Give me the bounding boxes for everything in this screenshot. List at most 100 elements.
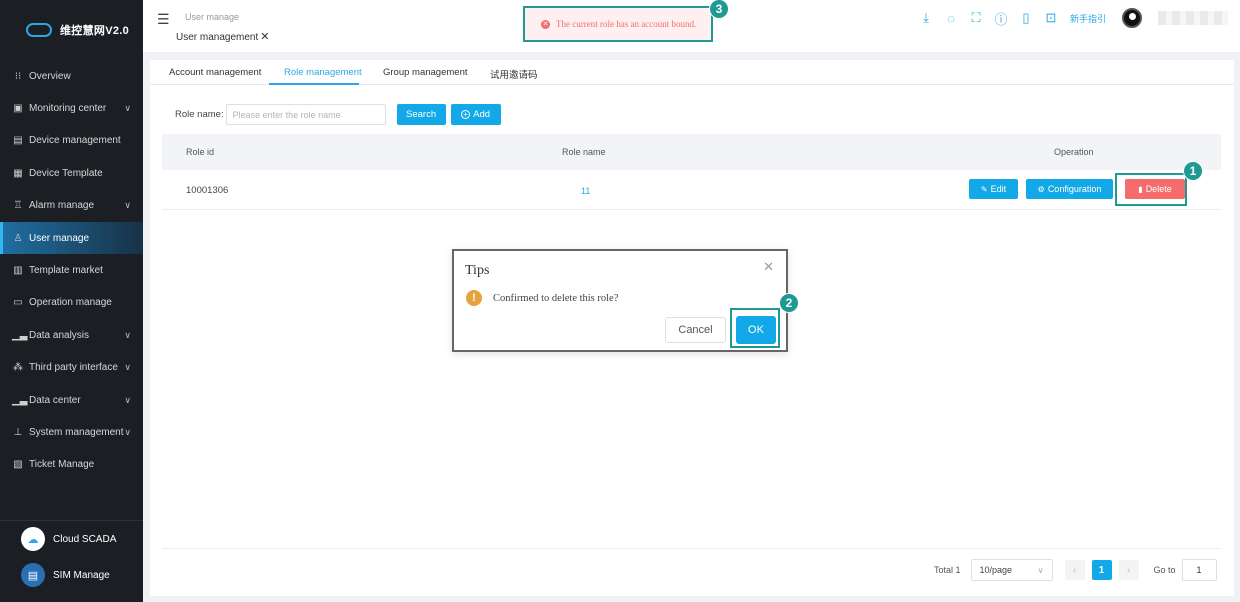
search-button[interactable]: Search bbox=[396, 104, 446, 125]
top-header: ☰ User manage User management ✕ ✕ The cur… bbox=[143, 0, 1240, 52]
page-number-button[interactable]: 1 bbox=[1091, 560, 1112, 580]
sidebar-item-ticket-manage[interactable]: ▧ Ticket Manage bbox=[0, 449, 143, 481]
chevron-down-icon: ∨ bbox=[124, 394, 131, 405]
network-icon: ⁂ bbox=[13, 362, 23, 374]
ok-highlight-box bbox=[730, 308, 780, 348]
sidebar-item-template-market[interactable]: ▥ Template market bbox=[0, 254, 143, 286]
edit-button[interactable]: ✎ Edit bbox=[969, 179, 1018, 199]
sidebar-item-third-party-interface[interactable]: ⁂ Third party interface ∨ bbox=[0, 352, 143, 384]
role-name-cell[interactable]: 11 bbox=[581, 186, 590, 196]
cloud-logo-icon bbox=[26, 23, 52, 37]
sidebar-item-device-template[interactable]: ▦ Device Template bbox=[0, 157, 143, 189]
chevron-down-icon: ∨ bbox=[124, 103, 131, 114]
username-redacted bbox=[1158, 11, 1229, 25]
menu-toggle-icon[interactable]: ☰ bbox=[157, 11, 170, 28]
warning-icon: ! bbox=[466, 290, 482, 306]
add-button[interactable]: + Add bbox=[450, 104, 501, 125]
market-icon: ▥ bbox=[13, 265, 23, 277]
sidebar-item-monitoring-center[interactable]: ▣ Monitoring center ∨ bbox=[0, 92, 143, 124]
new-user-guide-link[interactable]: 新手指引 bbox=[1070, 12, 1106, 25]
page-tab-label: User management bbox=[176, 32, 259, 43]
logo-text: 维控慧网V2.0 bbox=[60, 25, 130, 37]
role-name-label: Role name: bbox=[175, 109, 224, 120]
sidebar-item-system-management[interactable]: ⊥ System management ∨ bbox=[0, 416, 143, 448]
sidebar-item-label: Device management bbox=[29, 135, 121, 147]
sidebar-item-label: Monitoring center bbox=[29, 103, 107, 115]
alert-message: The current role has an account bound. bbox=[556, 19, 697, 29]
sidebar-item-data-center[interactable]: ▁▃ Data center ∨ bbox=[0, 384, 143, 416]
annotation-badge-3: 3 bbox=[709, 0, 729, 19]
tab-bar: Account management Role management Group… bbox=[150, 60, 1234, 85]
sidebar-item-label: Data analysis bbox=[29, 329, 90, 341]
header-operation: Operation bbox=[1054, 147, 1094, 157]
sidebar: 维控慧网V2.0 ⁝⁝ Overview ▣ Monitoring center… bbox=[0, 0, 143, 602]
sidebar-item-label: Device Template bbox=[29, 167, 103, 179]
search-form: Role name: Search + Add bbox=[175, 104, 501, 125]
gear-icon: ⚙ bbox=[1037, 184, 1045, 194]
goto-page-input[interactable] bbox=[1181, 559, 1217, 581]
download-icon[interactable]: ⤓ bbox=[918, 10, 934, 26]
chart-icon: ▁▃ bbox=[12, 394, 28, 406]
monitor-icon: ▣ bbox=[13, 103, 23, 115]
grid-icon: ⁝⁝ bbox=[14, 70, 22, 82]
tab-account-management[interactable]: Account management bbox=[169, 67, 261, 78]
fullscreen-icon[interactable]: ⛶ bbox=[968, 10, 984, 26]
page-size-select[interactable]: 10/page ∨ bbox=[970, 559, 1053, 581]
tab-role-management[interactable]: Role management bbox=[284, 67, 362, 78]
role-name-input[interactable] bbox=[225, 104, 386, 125]
template-icon: ▦ bbox=[13, 167, 23, 179]
book-icon[interactable]: ▯ bbox=[1018, 10, 1034, 26]
sidebar-menu: ⁝⁝ Overview ▣ Monitoring center ∨ ▤ Devi… bbox=[0, 60, 143, 481]
sidebar-item-user-manage[interactable]: ♙ User manage bbox=[0, 221, 143, 255]
sim-icon: ▤ bbox=[21, 563, 45, 587]
pencil-icon: ✎ bbox=[980, 184, 988, 194]
sidebar-item-label: Data center bbox=[29, 394, 81, 406]
dialog-body: ! Confirmed to delete this role? bbox=[466, 290, 618, 306]
close-icon[interactable]: ✕ bbox=[763, 259, 774, 275]
sidebar-item-label: Template market bbox=[29, 265, 103, 277]
error-alert: ✕ The current role has an account bound. bbox=[523, 6, 713, 42]
configuration-label: Configuration bbox=[1047, 184, 1102, 194]
close-icon[interactable]: ✕ bbox=[260, 31, 269, 43]
sidebar-item-operation-manage[interactable]: ▭ Operation manage bbox=[0, 287, 143, 319]
annotation-badge-1: 1 bbox=[1183, 161, 1203, 181]
scan-icon[interactable]: ⊡ bbox=[1043, 10, 1059, 26]
sim-manage-label: SIM Manage bbox=[53, 569, 110, 581]
tab-trial-invite-code[interactable]: 试用邀请码 bbox=[490, 67, 538, 81]
sim-manage-link[interactable]: ▤ SIM Manage bbox=[0, 557, 143, 593]
sidebar-item-overview[interactable]: ⁝⁝ Overview bbox=[0, 60, 143, 92]
device-icon: ▤ bbox=[13, 135, 23, 147]
sidebar-item-label: Ticket Manage bbox=[29, 459, 95, 471]
cloud-scada-link[interactable]: ☁ Cloud SCADA bbox=[0, 521, 143, 557]
next-page-button[interactable]: › bbox=[1118, 560, 1139, 580]
sidebar-item-alarm-manage[interactable]: ♖ Alarm manage ∨ bbox=[0, 190, 143, 222]
chat-icon[interactable]: ◌ bbox=[943, 10, 959, 26]
error-icon: ✕ bbox=[541, 19, 550, 29]
info-icon[interactable]: ⓘ bbox=[993, 10, 1009, 27]
sidebar-item-device-management[interactable]: ▤ Device management bbox=[0, 125, 143, 157]
chart-icon: ▁▃ bbox=[12, 329, 28, 341]
active-tab-indicator bbox=[269, 83, 359, 85]
sidebar-item-label: User manage bbox=[29, 232, 90, 244]
table-header: Role id Role name Operation bbox=[162, 134, 1221, 170]
tab-group-management[interactable]: Group management bbox=[383, 67, 468, 78]
annotation-badge-2: 2 bbox=[779, 293, 799, 313]
chevron-down-icon: ∨ bbox=[1037, 565, 1044, 575]
dialog-title: Tips bbox=[465, 263, 490, 278]
page-tab-user-management[interactable]: User management ✕ bbox=[176, 30, 269, 43]
breadcrumb: User manage bbox=[185, 12, 240, 22]
avatar[interactable] bbox=[1122, 8, 1143, 28]
configuration-button[interactable]: ⚙ Configuration bbox=[1026, 179, 1113, 199]
user-icon: ♙ bbox=[13, 232, 23, 244]
alarm-icon: ♖ bbox=[13, 200, 23, 212]
table-row: 10001306 11 ✎ Edit ⚙ Configuration ▮ Del… bbox=[162, 170, 1221, 210]
prev-page-button[interactable]: ‹ bbox=[1064, 560, 1085, 580]
pagination: Total 1 10/page ∨ ‹ 1 › Go to bbox=[934, 559, 1217, 581]
cancel-button[interactable]: Cancel bbox=[665, 317, 726, 343]
sidebar-item-data-analysis[interactable]: ▁▃ Data analysis ∨ bbox=[0, 319, 143, 351]
chevron-down-icon: ∨ bbox=[124, 362, 131, 373]
chevron-down-icon: ∨ bbox=[124, 200, 131, 211]
chevron-down-icon: ∨ bbox=[124, 426, 131, 437]
footer-divider bbox=[162, 548, 1221, 549]
sidebar-item-label: Alarm manage bbox=[29, 200, 95, 212]
